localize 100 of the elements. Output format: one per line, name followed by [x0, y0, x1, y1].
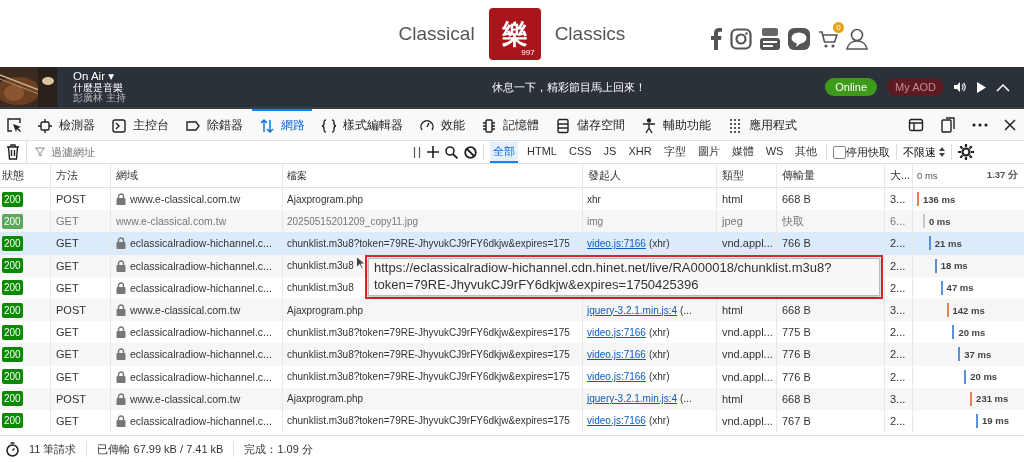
volume-icon[interactable]: [954, 81, 966, 93]
initiator-link[interactable]: video.js:7166: [587, 415, 646, 427]
element-picker-icon[interactable]: [6, 116, 22, 133]
block-icon[interactable]: [464, 145, 477, 159]
file-text: chunklist.m3u8: [287, 260, 354, 272]
column-header[interactable]: 大...: [884, 164, 912, 187]
devtools-tab[interactable]: 輔助功能: [634, 109, 718, 140]
column-header[interactable]: 類型: [716, 164, 776, 187]
type-text: vnd.appl...: [722, 237, 773, 250]
responsive-view-icon[interactable]: [940, 116, 956, 133]
devtools-tab[interactable]: 樣式編輯器: [314, 109, 410, 140]
transferred-text: 668 B: [782, 392, 811, 405]
column-header[interactable]: 狀態: [0, 164, 50, 187]
column-header[interactable]: 檔案: [282, 164, 582, 187]
devtools-tab[interactable]: 應用程式: [720, 109, 804, 140]
method-text: GET: [56, 326, 79, 339]
on-air-status[interactable]: On Air ▾: [73, 70, 173, 83]
file-text: chunklist.m3u8: [287, 282, 354, 294]
pause-icon[interactable]: [413, 146, 421, 158]
type-filter-tab[interactable]: 字型: [660, 141, 689, 163]
request-row[interactable]: 200 POST www.e-classical.com.tw Ajaxprogram.php jquery-3.2.1.min.js:4 (... html 668 B 3... 231 ms: [0, 387, 1024, 410]
initiator-link[interactable]: video.js:7166: [587, 348, 646, 360]
initiator-note: (xhr): [648, 237, 670, 249]
request-row[interactable]: 200 GET www.e-classical.com.tw 20250515201209_copy11.jpg img jpeg 快取 6... 0 ms: [0, 210, 1024, 233]
type-filter-tab[interactable]: CSS: [565, 143, 595, 161]
initiator-link[interactable]: jquery-3.2.1.min.js:4: [587, 304, 678, 316]
facebook-icon[interactable]: [710, 28, 722, 50]
method-text: POST: [56, 392, 86, 405]
type-text: vnd.appl...: [722, 370, 773, 383]
collapse-icon[interactable]: [996, 82, 1010, 92]
type-filter-tab[interactable]: 全部: [490, 141, 518, 163]
transferred-text: 快取: [782, 213, 804, 229]
throttle-select[interactable]: 不限速: [903, 144, 946, 160]
initiator-note: (xhr): [648, 348, 670, 360]
crosshair-icon: [37, 117, 53, 134]
devtools-tab[interactable]: 主控台: [104, 109, 176, 140]
search-icon[interactable]: [445, 145, 458, 159]
devtools-tab[interactable]: 網路: [252, 109, 312, 140]
dock-icon[interactable]: [908, 116, 924, 133]
status-badge: 200: [2, 235, 23, 251]
size-text: 2...: [890, 370, 906, 383]
host-name: 彭廣林 主持: [73, 93, 127, 104]
trash-icon[interactable]: [6, 144, 20, 160]
domain-text: eclassicalradiow-hichannel.c...: [130, 370, 272, 383]
devtools-tab[interactable]: 除錯器: [178, 109, 250, 140]
initiator-note: (xhr): [648, 371, 670, 383]
type-filter-tab[interactable]: 圖片: [694, 141, 723, 163]
file-text: chunklist.m3u8?token=79RE-JhyvukCJ9rFY6dkjw&expires=175: [287, 415, 570, 427]
type-text: vnd.appl...: [722, 326, 773, 339]
domain-text: www.e-classical.com.tw: [116, 215, 227, 228]
type-filter-tab[interactable]: WS: [762, 143, 787, 161]
initiator-link[interactable]: video.js:7166: [587, 371, 646, 383]
devtools-tab[interactable]: 儲存空間: [548, 109, 632, 140]
initiator-link[interactable]: jquery-3.2.1.min.js:4: [587, 393, 678, 405]
initiator-link[interactable]: video.js:7166: [587, 326, 646, 338]
settings-icon[interactable]: [958, 144, 975, 160]
type-filter-tab[interactable]: HTML: [524, 143, 560, 161]
instagram-icon[interactable]: [730, 28, 752, 50]
cart-icon[interactable]: [818, 29, 838, 49]
funnel-icon: [35, 147, 45, 157]
type-filter-tab[interactable]: JS: [600, 143, 620, 161]
plus-icon[interactable]: [427, 146, 439, 158]
play-icon[interactable]: [976, 81, 986, 93]
request-row[interactable]: 200 GET eclassicalradiow-hichannel.c... chunklist.m3u8?token=79RE-JhyvukCJ9rFY6dkjw&expires=175 video.js:7166 (xhr) vnd.appl... 767 B 2... 19 ms: [0, 409, 1024, 433]
duration-text: 18 ms: [940, 260, 968, 272]
devtools-tab[interactable]: 檢測器: [30, 109, 102, 140]
column-header[interactable]: 傳輸量: [776, 164, 884, 187]
status-badge: 200: [2, 413, 23, 429]
request-row[interactable]: 200 POST www.e-classical.com.tw Ajaxprogram.php jquery-3.2.1.min.js:4 (... html 668 B 3... 142 ms: [0, 298, 1024, 322]
column-header[interactable]: 方法: [50, 164, 110, 187]
method-text: POST: [56, 304, 86, 317]
chat-icon[interactable]: [788, 28, 810, 50]
type-filter-tab[interactable]: 其他: [792, 141, 821, 163]
status-badge: 200: [2, 213, 23, 229]
checkbox[interactable]: [833, 145, 847, 159]
type-filter-tab[interactable]: XHR: [625, 143, 655, 161]
file-text: Ajaxprogram.php: [287, 304, 364, 316]
filter-url-field[interactable]: 過濾網址: [49, 145, 393, 159]
duration-text: 20 ms: [970, 371, 998, 383]
more-icon[interactable]: [972, 122, 988, 127]
request-row[interactable]: 200 GET eclassicalradiow-hichannel.c... chunklist.m3u8?token=79RE-JhyvukCJ9rFY6dkjw&expires=175 video.js:7166 (xhr) vnd.appl... 776 B 2... 20 ms: [0, 365, 1024, 388]
type-filter-tab[interactable]: 媒體: [728, 141, 757, 163]
user-icon[interactable]: [846, 28, 868, 50]
spinner-icon: [939, 147, 946, 157]
online-button[interactable]: Online: [825, 78, 878, 96]
my-aod-button[interactable]: My AOD: [887, 78, 944, 96]
transferred-text: 776 B: [782, 370, 811, 383]
status-badge: 200: [2, 391, 23, 407]
devtools-tab[interactable]: 記憶體: [474, 109, 546, 140]
request-row[interactable]: 200 GET eclassicalradiow-hichannel.c... chunklist.m3u8?token=79RE-JhyvukCJ9rFY6dkjw&expires=175 video.js:7166 (xhr) vnd.appl... 766 B 2... 21 ms: [0, 232, 1024, 255]
initiator-link[interactable]: video.js:7166: [587, 237, 646, 249]
program-title: 什麼是音樂: [73, 82, 123, 93]
devtools-tab[interactable]: 效能: [412, 109, 472, 140]
column-header[interactable]: 發起人: [582, 164, 716, 187]
logo[interactable]: 樂 997: [488, 7, 541, 60]
grid-icon: [727, 117, 743, 134]
column-header[interactable]: 網域: [110, 164, 282, 187]
close-icon[interactable]: [1004, 118, 1016, 131]
request-row[interactable]: 200 GET eclassicalradiow-hichannel.c... chunklist.m3u8?token=79RE-JhyvukCJ9rFY6dkjw&expires=175 video.js:7166 (xhr) vnd.appl... 776 B 2... 37 ms: [0, 343, 1024, 366]
size-text: 2...: [890, 348, 906, 361]
